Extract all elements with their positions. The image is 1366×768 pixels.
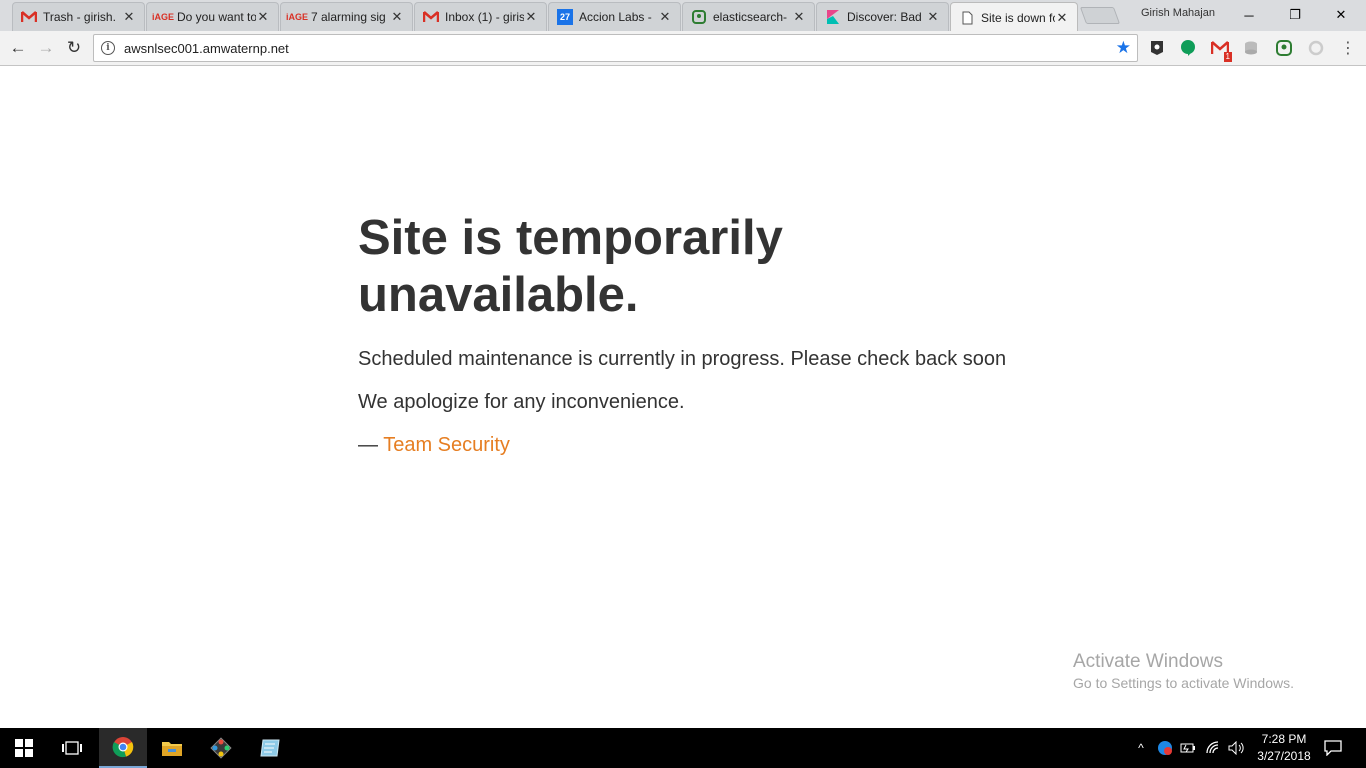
tab-site-is-down[interactable]: Site is down for ✕ [950, 2, 1078, 32]
maintenance-message: Scheduled maintenance is currently in pr… [358, 348, 1007, 370]
sync-extension-icon[interactable] [1307, 39, 1325, 57]
show-hidden-icons-chevron[interactable]: ^ [1133, 728, 1149, 768]
close-tab-icon[interactable]: ✕ [1055, 10, 1069, 26]
tab-title: 7 alarming sig [311, 10, 386, 24]
tab-elasticsearch[interactable]: elasticsearch- ✕ [682, 2, 815, 31]
iage-icon: iAGE [286, 12, 309, 22]
tab-title: elasticsearch- [713, 10, 788, 24]
gmail-icon [21, 9, 37, 25]
new-tab-button[interactable] [1079, 7, 1121, 24]
clock-time: 7:28 PM [1261, 732, 1307, 746]
windows-start-icon[interactable] [0, 728, 48, 768]
tab-title: Inbox (1) - girish [445, 10, 524, 24]
task-view-icon[interactable] [48, 728, 96, 768]
maintenance-notice: Site is temporarily unavailable. Schedul… [358, 210, 1038, 457]
wifi-icon[interactable] [1205, 728, 1223, 768]
notes-app-icon[interactable] [246, 728, 294, 768]
url-input[interactable] [124, 40, 1116, 56]
close-tab-icon[interactable]: ✕ [390, 9, 404, 25]
battery-icon[interactable] [1179, 728, 1197, 768]
close-window-icon[interactable]: ✕ [1318, 0, 1364, 30]
tab-do-you-want[interactable]: iAGE Do you want to ✕ [146, 2, 279, 31]
address-bar[interactable]: i ★ [93, 34, 1138, 62]
elasticsearch-extension-icon[interactable] [1275, 39, 1293, 57]
tab-strip: Trash - girish. ✕ iAGE Do you want to ✕ … [0, 0, 1366, 32]
file-explorer-icon[interactable] [148, 728, 196, 768]
clock-date: 3/27/2018 [1257, 749, 1311, 763]
forward-icon[interactable]: → [34, 36, 58, 60]
restore-icon[interactable]: ❐ [1272, 0, 1318, 30]
bookmark-star-icon[interactable]: ★ [1116, 38, 1131, 58]
chrome-taskbar-icon[interactable] [99, 728, 147, 768]
tab-title: Accion Labs - [579, 10, 652, 24]
info-icon[interactable]: i [101, 41, 115, 55]
hangouts-icon[interactable] [1179, 39, 1197, 57]
volume-icon[interactable] [1227, 728, 1247, 768]
tab-inbox[interactable]: Inbox (1) - girish ✕ [414, 2, 547, 31]
menu-icon[interactable]: ⋮ [1339, 39, 1357, 57]
gmail-badge: 1 [1223, 52, 1232, 62]
database-icon[interactable] [1243, 39, 1261, 57]
watermark-title: Activate Windows [1073, 651, 1223, 672]
browser-toolbar: ← → ↻ i ★ 1 ⋮ [0, 31, 1366, 66]
iage-icon: iAGE [152, 12, 175, 22]
signature-dash: — [358, 434, 384, 456]
close-tab-icon[interactable]: ✕ [524, 9, 538, 25]
close-tab-icon[interactable]: ✕ [792, 9, 806, 25]
document-icon [959, 10, 975, 26]
tab-title: Do you want to [177, 10, 256, 24]
team-security-link[interactable]: Team Security [383, 434, 510, 456]
kibana-icon [825, 9, 841, 25]
tab-alarming-signs[interactable]: iAGE 7 alarming sig ✕ [280, 2, 413, 31]
taskbar: ^ 7:28 PM 3/27/2018 [0, 728, 1366, 768]
keeper-icon[interactable] [1148, 39, 1166, 57]
gmail-icon [423, 9, 439, 25]
apology-message: We apologize for any inconvenience. [358, 391, 685, 413]
signature: — Team Security [358, 433, 1038, 457]
page-title: Site is temporarily unavailable. [358, 211, 783, 322]
extension-icon [691, 9, 707, 25]
close-tab-icon[interactable]: ✕ [926, 9, 940, 25]
close-tab-icon[interactable]: ✕ [256, 9, 270, 25]
tab-trash[interactable]: Trash - girish. ✕ [12, 2, 145, 31]
close-tab-icon[interactable]: ✕ [122, 9, 136, 25]
profile-name[interactable]: Girish Mahajan [1141, 7, 1215, 19]
tab-discover[interactable]: Discover: Bad ✕ [816, 2, 949, 31]
tab-title: Trash - girish. [43, 10, 116, 24]
activate-windows-watermark: Activate Windows Go to Settings to activ… [1073, 651, 1294, 691]
security-tray-icon[interactable] [1156, 728, 1174, 768]
tab-title: Site is down for [981, 10, 1055, 25]
tab-accion-labs[interactable]: 27 Accion Labs - ✕ [548, 2, 681, 31]
notifications-icon[interactable] [1320, 728, 1346, 768]
tab-title: Discover: Bad [847, 10, 922, 24]
git-tool-icon[interactable] [197, 728, 245, 768]
close-tab-icon[interactable]: ✕ [658, 9, 672, 25]
reload-icon[interactable]: ↻ [62, 36, 86, 60]
minimize-icon[interactable]: ─ [1226, 0, 1272, 30]
watermark-subtitle: Go to Settings to activate Windows. [1073, 675, 1294, 691]
system-clock[interactable]: 7:28 PM 3/27/2018 [1253, 731, 1315, 765]
gmail-checker-icon[interactable]: 1 [1211, 39, 1232, 62]
calendar-icon: 27 [557, 9, 573, 25]
back-icon[interactable]: ← [6, 36, 30, 60]
